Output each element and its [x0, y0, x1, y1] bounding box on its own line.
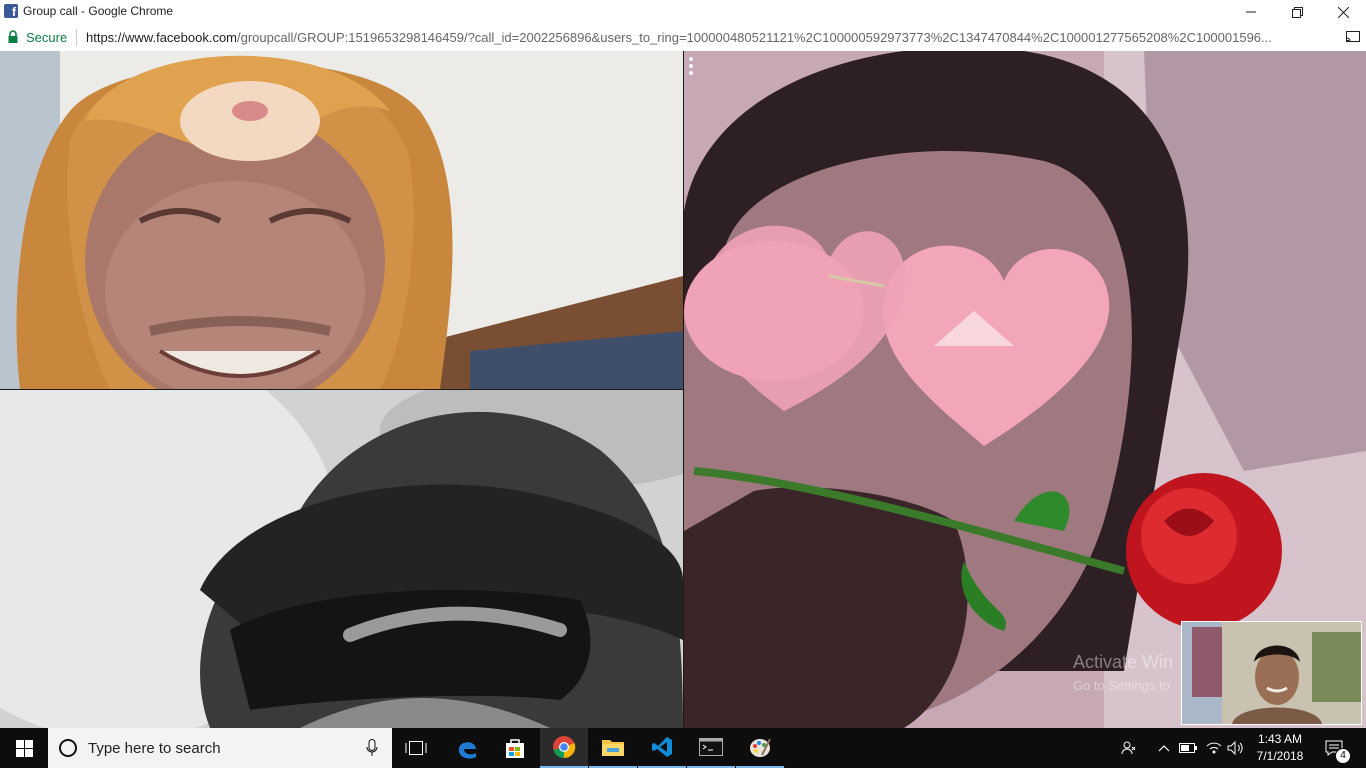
windows-logo-icon — [15, 739, 33, 757]
close-icon — [1337, 6, 1349, 18]
chrome-icon — [553, 736, 576, 759]
video-options-button[interactable] — [688, 57, 694, 75]
window-title: Group call - Google Chrome — [23, 4, 174, 18]
clock-date: 7/1/2018 — [1256, 749, 1304, 763]
people-button[interactable] — [1119, 728, 1139, 768]
file-explorer-icon — [602, 740, 624, 756]
close-button[interactable] — [1320, 0, 1366, 24]
group-call-video-area: Activate Win Go to Settings to — [0, 51, 1366, 728]
cortana-icon — [59, 739, 77, 757]
participant-video-bottom-left[interactable] — [0, 390, 683, 728]
chrome-button[interactable] — [540, 728, 588, 768]
task-view-button[interactable] — [392, 728, 440, 768]
minimize-button[interactable] — [1228, 0, 1274, 24]
url-path: /groupcall/GROUP:1519653298146459/?call_… — [237, 30, 1272, 45]
url-field[interactable]: https://www.facebook.com/groupcall/GROUP… — [86, 30, 1336, 45]
task-view-icon — [405, 741, 427, 755]
dot-icon — [689, 71, 693, 75]
restore-icon — [1291, 6, 1303, 18]
lock-icon — [8, 30, 18, 43]
cmd-icon — [699, 738, 723, 756]
watermark-line-2: Go to Settings to — [1073, 678, 1170, 693]
vscode-button[interactable] — [638, 728, 686, 768]
network-button[interactable] — [1204, 728, 1224, 768]
battery-button[interactable] — [1178, 728, 1198, 768]
wifi-icon — [1206, 742, 1222, 754]
store-button[interactable] — [491, 728, 539, 768]
cmd-button[interactable] — [687, 728, 735, 768]
file-explorer-button[interactable] — [589, 728, 637, 768]
taskbar-clock[interactable]: 1:43 AM 7/1/2018 — [1252, 731, 1308, 765]
url-host: https://www.facebook.com — [86, 30, 238, 45]
dot-icon — [689, 64, 693, 68]
clock-time: 1:43 AM — [1257, 732, 1303, 746]
windows-taskbar: Type here to search 1:43 AM 7/1/2018 4 — [0, 728, 1366, 768]
windows-activation-watermark: Activate Win Go to Settings to — [1073, 652, 1173, 693]
taskbar-search-box[interactable]: Type here to search — [48, 728, 392, 768]
people-icon — [1121, 741, 1136, 755]
minimize-icon — [1246, 11, 1256, 13]
start-button[interactable] — [0, 728, 48, 768]
chevron-up-icon — [1158, 745, 1170, 752]
window-titlebar: f Group call - Google Chrome — [0, 0, 1366, 25]
notification-count-badge: 4 — [1335, 748, 1351, 764]
edge-button[interactable] — [443, 728, 491, 768]
paint-icon — [750, 738, 771, 757]
volume-button[interactable] — [1226, 728, 1246, 768]
microphone-icon[interactable] — [366, 739, 378, 757]
paint-button[interactable] — [736, 728, 784, 768]
dot-icon — [689, 57, 693, 61]
facebook-favicon-icon: f — [4, 4, 18, 18]
edge-icon — [458, 742, 476, 759]
participant-video-top-left[interactable] — [0, 51, 683, 389]
secure-label[interactable]: Secure — [26, 30, 67, 45]
url-separator — [76, 29, 77, 46]
restore-button[interactable] — [1274, 0, 1320, 24]
cast-icon[interactable] — [1346, 31, 1360, 43]
address-bar[interactable]: Secure https://www.facebook.com/groupcal… — [0, 24, 1366, 52]
watermark-line-1: Activate Win — [1073, 652, 1174, 672]
self-view-video[interactable] — [1181, 621, 1362, 725]
volume-icon — [1227, 741, 1243, 755]
vscode-icon — [652, 737, 672, 757]
store-icon — [506, 739, 524, 758]
battery-icon — [1179, 743, 1197, 753]
show-hidden-icons-button[interactable] — [1155, 728, 1173, 768]
search-placeholder: Type here to search — [88, 740, 221, 757]
